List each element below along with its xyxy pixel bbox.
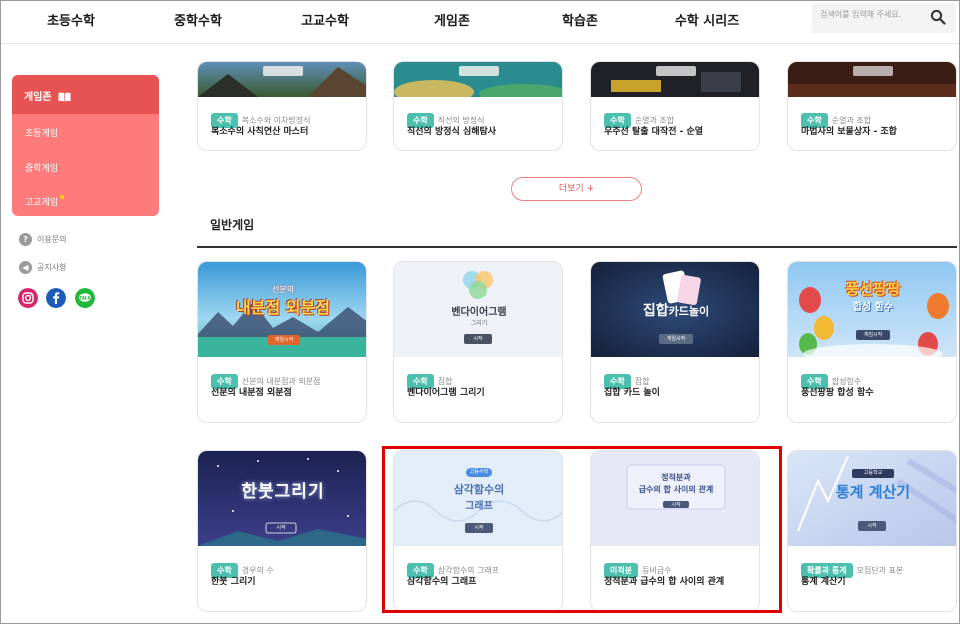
game-thumbnail: 고등학교 통계 계산기 시작 (788, 451, 956, 546)
nav-game-zone[interactable]: 게임존 (434, 10, 470, 29)
game-thumbnail-image (591, 62, 759, 97)
game-card[interactable]: 집합카드놀이 게임시작 수학 집합 집합 카드 놀이 (590, 261, 760, 423)
sidebar-item-high-games-label: 고교게임 (25, 198, 59, 208)
thumb-title: 집합카드놀이 (591, 300, 759, 320)
thumb-title: 벤다이어그램 (451, 307, 507, 318)
game-title: 통계 계산기 (801, 577, 846, 587)
thumb-badge: 고등학교 (852, 469, 894, 478)
thumb-title: 삼각함수의 (453, 483, 505, 496)
nav-learning-zone[interactable]: 학습존 (562, 10, 598, 29)
new-dot (60, 195, 65, 199)
inquiry-label: 이용문의 (37, 235, 67, 244)
game-card[interactable]: 벤다이어그램 그리기 시작 수학 집합 벤다이어그램 그리기 (393, 261, 563, 423)
thumb-subtitle: 카드놀이 (668, 305, 710, 318)
game-card[interactable]: 수학 순열과 조합 마법사의 보물상자 - 조합 (787, 61, 957, 151)
thumb-title: 내분점 외분점 (236, 298, 330, 317)
thumb-title: 정적분과 (661, 473, 691, 482)
game-title: 선분의 내분점 외분점 (211, 388, 292, 398)
game-thumbnail: 집합카드놀이 게임시작 (591, 262, 759, 357)
game-title: 집합 카드 놀이 (604, 388, 660, 398)
book-icon (58, 92, 71, 102)
game-card[interactable]: 풍선팡팡 합성 함수 게임시작 수학 합성함수 풍선팡팡 합성 함수 (787, 261, 957, 423)
thumb-badge: 고등수학 (466, 468, 492, 477)
game-card[interactable]: 정적분과 급수의 합 사이의 관계 시작 미적분 등비급수 정적분과 급수의 합 … (590, 450, 760, 612)
thumb-start-button: 시작 (867, 523, 877, 529)
section-divider (197, 246, 957, 248)
game-title: 삼각함수의 그래프 (407, 577, 477, 587)
thumb-start-button: 시작 (276, 525, 286, 531)
game-thumbnail: 한붓그리기 시작 (198, 451, 366, 546)
game-card[interactable]: 선분의 내분점 외분점 게임시작 수학 선분의 내분점과 외분점 선분의 내분점 … (197, 261, 367, 423)
game-thumbnail (394, 62, 562, 97)
sidebar-item-middle-games[interactable]: 중학게임 (25, 161, 58, 174)
thumb-start-button: 게임시작 (274, 337, 294, 343)
thumb-title: 한붓그리기 (241, 482, 325, 502)
search-box (812, 3, 956, 33)
game-thumbnail: 고등수학 삼각함수의 그래프 시작 (394, 451, 562, 546)
game-thumbnail: 풍선팡팡 합성 함수 게임시작 (788, 262, 956, 357)
notice-link[interactable]: ◀ 공지사항 (19, 261, 66, 274)
sidebar-menu: 게임존 초등게임 중학게임 고교게임 (12, 75, 159, 216)
game-card[interactable]: 수학 순열과 조합 우주선 탈출 대작전 - 순열 (590, 61, 760, 151)
more-button[interactable]: 더보기 + (511, 177, 642, 201)
topic-label: 모집단과 표본 (856, 566, 904, 575)
game-card[interactable]: 고등학교 통계 계산기 시작 확률과 통계 모집단과 표본 통계 계산기 (787, 450, 957, 612)
thumb-subtitle: 급수의 합 사이의 관계 (638, 485, 714, 494)
sidebar-item-high-games[interactable]: 고교게임 (25, 195, 65, 208)
sidebar-header[interactable]: 게임존 (12, 75, 159, 114)
game-thumbnail: 선분의 내분점 외분점 게임시작 (198, 262, 366, 357)
game-title: 한붓 그리기 (211, 577, 256, 587)
nav-elementary-math[interactable]: 초등수학 (47, 10, 95, 29)
search-icon[interactable] (930, 9, 946, 25)
thumb-title: 풍선팡팡 (845, 280, 901, 298)
game-title: 우주선 탈출 대작전 - 순열 (604, 127, 704, 137)
nav-middle-math[interactable]: 중학수학 (174, 10, 222, 29)
thumb-start-button: 시작 (474, 525, 484, 531)
sidebar-title: 게임존 (24, 92, 52, 103)
top-navigation: 초등수학 중학수학 고교수학 게임존 학습존 수학 시리즈 (0, 0, 960, 44)
thumb-title: 통계 계산기 (835, 483, 911, 501)
game-thumbnail-image (788, 62, 956, 97)
thumb-subtitle: 그리기 (470, 320, 488, 327)
thumb-subtitle: 그래프 (465, 501, 493, 512)
kakaotalk-icon[interactable]: TALK (75, 288, 95, 308)
thumb-subtitle: 합성 함수 (852, 302, 894, 313)
game-card[interactable]: 수학 직선의 방정식 직선의 방정식 심해탐사 (393, 61, 563, 151)
game-title: 마법사의 보물상자 - 조합 (801, 127, 897, 137)
game-title: 벤다이어그램 그리기 (407, 388, 485, 398)
section-title: 일반게임 (210, 218, 255, 232)
game-card[interactable]: 수학 복소수와 이차방정식 복소수의 사칙연산 마스터 (197, 61, 367, 151)
question-icon: ? (19, 233, 32, 246)
thumb-start-button: 게임시작 (856, 330, 890, 340)
inquiry-link[interactable]: ? 이용문의 (19, 233, 66, 246)
game-thumbnail (788, 62, 956, 97)
notice-label: 공지사항 (37, 263, 67, 272)
instagram-icon[interactable] (18, 288, 38, 308)
thumb-start-button: 시작 (671, 502, 681, 508)
speaker-icon: ◀ (19, 261, 32, 274)
nav-math-series[interactable]: 수학 시리즈 (675, 10, 739, 29)
thumb-start-button: 게임시작 (666, 336, 686, 342)
game-thumbnail-image (591, 451, 759, 546)
sidebar-item-elementary-games[interactable]: 초등게임 (25, 126, 58, 139)
game-card[interactable]: 고등수학 삼각함수의 그래프 시작 수학 삼각함수의 그래프 삼각함수의 그래프 (393, 450, 563, 612)
game-title: 정적분과 급수의 합 사이의 관계 (604, 577, 725, 587)
game-thumbnail (198, 62, 366, 97)
game-card[interactable]: 한붓그리기 시작 수학 경우의 수 한붓 그리기 (197, 450, 367, 612)
game-thumbnail (591, 62, 759, 97)
facebook-icon[interactable] (46, 288, 66, 308)
search-input[interactable] (820, 10, 928, 19)
game-thumbnail: 벤다이어그램 그리기 시작 (394, 262, 562, 357)
game-title: 풍선팡팡 합성 함수 (801, 388, 874, 398)
game-title: 복소수의 사칙연산 마스터 (211, 127, 309, 137)
game-title: 직선의 방정식 심해탐사 (407, 127, 497, 137)
thumb-start-button: 시작 (473, 336, 483, 342)
game-thumbnail: 정적분과 급수의 합 사이의 관계 시작 (591, 451, 759, 546)
game-thumbnail-image (394, 62, 562, 97)
thumb-title-text: 집합 (642, 303, 669, 319)
game-thumbnail-image (198, 62, 366, 97)
svg-text:TALK: TALK (79, 295, 91, 300)
nav-high-math[interactable]: 고교수학 (301, 10, 349, 29)
